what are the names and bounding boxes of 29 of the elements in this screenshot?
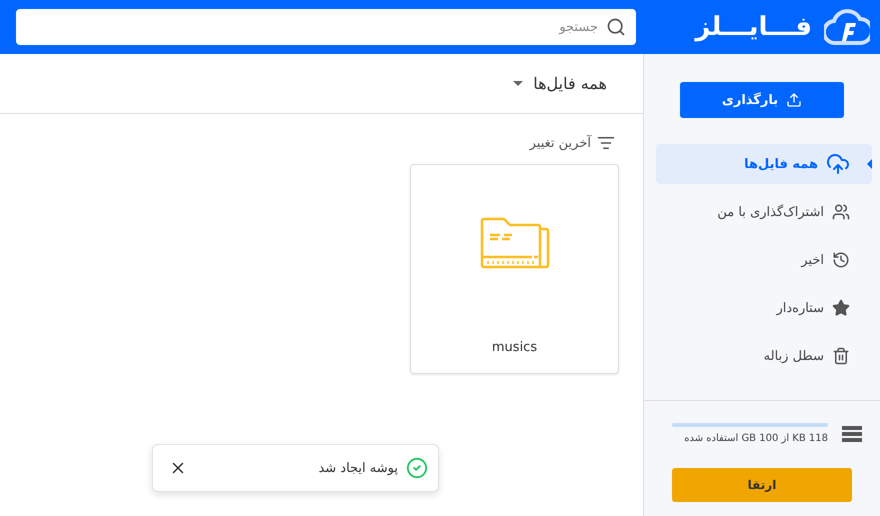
cloud-logo-icon xyxy=(824,7,870,47)
logo-text: فـــایـــلز xyxy=(695,12,812,42)
sidebar-item[interactable]: اشتراک‌گذاری با من xyxy=(656,192,872,232)
sort-icon[interactable] xyxy=(597,134,615,152)
sidebar-item[interactable]: سطل زباله xyxy=(656,336,872,376)
upload-button[interactable]: بارگذاری xyxy=(680,82,844,118)
sidebar-item[interactable]: اخیر xyxy=(656,240,872,280)
caret-icon xyxy=(867,159,872,169)
check-circle-icon xyxy=(406,457,428,479)
trash-icon xyxy=(832,347,850,365)
sidebar-item[interactable]: ستاره‌دار xyxy=(656,288,872,328)
folder-card[interactable]: musics xyxy=(410,164,619,374)
upload-icon xyxy=(786,92,802,108)
storage-icon xyxy=(842,426,862,442)
toast-message: پوشه ایجاد شد xyxy=(317,460,398,476)
dropdown-caret-icon[interactable] xyxy=(513,81,524,86)
star-icon xyxy=(832,299,850,317)
search-icon xyxy=(606,17,626,37)
cloud-upload-icon xyxy=(826,152,850,176)
search-field[interactable]: جستجو xyxy=(16,9,636,45)
sort-label[interactable]: آخرین تغییر xyxy=(530,136,591,150)
sidebar-item[interactable]: همه فایل‌ها xyxy=(656,144,872,184)
history-icon xyxy=(832,251,850,269)
folder-icon xyxy=(480,217,550,271)
folder-name: musics xyxy=(492,340,538,355)
people-icon xyxy=(832,203,850,221)
page-title: همه فایل‌ها xyxy=(533,74,607,93)
storage-text: 118 KB از 100 GB استفاده شده xyxy=(683,433,828,444)
upgrade-button[interactable]: ارتقا xyxy=(672,468,852,502)
